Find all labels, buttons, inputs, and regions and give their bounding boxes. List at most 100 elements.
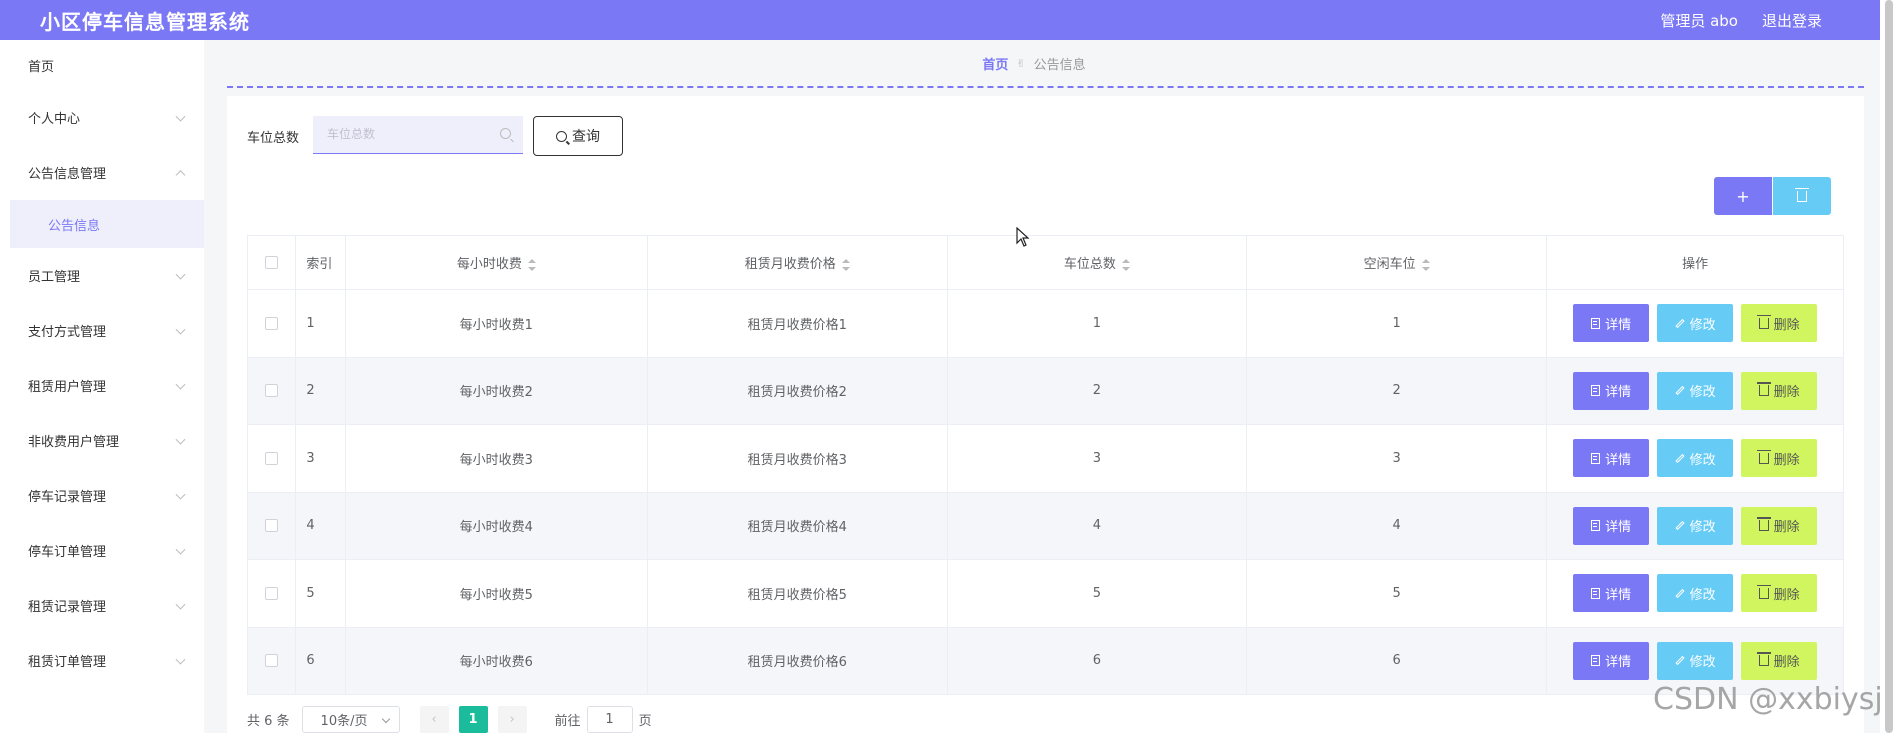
- breadcrumb: 首页 ✌ 公告信息: [204, 40, 1864, 87]
- add-button[interactable]: +: [1714, 177, 1772, 215]
- row-checkbox[interactable]: [265, 316, 279, 330]
- select-all-checkbox[interactable]: [265, 256, 279, 269]
- next-page-button[interactable]: ›: [497, 706, 527, 733]
- sidebar-item-label: 非收费用户管理: [28, 435, 120, 450]
- sort-icon[interactable]: [527, 258, 536, 271]
- sidebar-item-label: 停车订单管理: [28, 545, 107, 560]
- sidebar-item-label: 公告信息管理: [28, 167, 107, 182]
- edit-button[interactable]: 修改: [1657, 304, 1734, 343]
- edit-button[interactable]: 修改: [1657, 641, 1734, 680]
- sidebar-item-label: 支付方式管理: [28, 325, 107, 340]
- cell-monthly-price: 租赁月收费价格2: [647, 357, 948, 425]
- prev-page-button[interactable]: ‹: [419, 706, 449, 733]
- row-select-cell: [246, 559, 297, 628]
- chevron-down-icon: [175, 324, 186, 335]
- page-size-select[interactable]: 10条/页: [301, 706, 400, 733]
- page-size-value: 10条/页: [320, 714, 368, 729]
- batch-delete-button[interactable]: [1773, 177, 1831, 215]
- select-all-cell: [246, 235, 297, 290]
- detail-button[interactable]: 详情: [1573, 439, 1650, 478]
- delete-button[interactable]: 删除: [1741, 439, 1818, 478]
- sidebar-subitem-announcement-info[interactable]: 公告信息: [10, 200, 204, 248]
- admin-label: 管理员 abo: [1660, 11, 1738, 30]
- table-header-row: 索引 每小时收费 租赁月收费价格 车位总数 空闲车位 操作: [246, 235, 1844, 290]
- sidebar-item-personal-center[interactable]: 个人中心: [10, 90, 204, 145]
- page-number-button[interactable]: 1: [458, 706, 488, 733]
- edit-label: 修改: [1689, 655, 1716, 671]
- cell-hourly-fee: 每小时收费4: [345, 492, 648, 560]
- detail-button[interactable]: 详情: [1573, 574, 1650, 613]
- search-input[interactable]: [313, 116, 483, 152]
- cell-total-spaces: 6: [947, 627, 1247, 695]
- sort-icon[interactable]: [1421, 258, 1430, 271]
- goto-page-input[interactable]: 1: [586, 706, 633, 733]
- sidebar-subitem-label: 公告信息: [48, 218, 101, 234]
- detail-button[interactable]: 详情: [1573, 506, 1650, 545]
- sidebar-item-staff-management[interactable]: 员工管理: [10, 248, 204, 303]
- sort-icon[interactable]: [841, 258, 850, 271]
- logout-link[interactable]: 退出登录: [1762, 10, 1822, 31]
- row-select-cell: [246, 627, 297, 695]
- plus-icon: +: [1736, 186, 1750, 206]
- sort-icon[interactable]: [1121, 258, 1130, 271]
- detail-button[interactable]: 详情: [1573, 371, 1650, 410]
- delete-button[interactable]: 删除: [1741, 371, 1818, 410]
- cell-actions: 详情 修改 删除: [1546, 492, 1844, 560]
- cell-total-spaces: 1: [947, 289, 1247, 358]
- row-checkbox[interactable]: [265, 654, 279, 668]
- row-select-cell: [246, 289, 297, 358]
- detail-button[interactable]: 详情: [1573, 641, 1650, 680]
- sidebar-item-payment-method-management[interactable]: 支付方式管理: [10, 303, 204, 358]
- chevron-down-icon: [175, 434, 186, 445]
- detail-label: 详情: [1605, 587, 1632, 603]
- delete-button[interactable]: 删除: [1741, 641, 1818, 680]
- cell-monthly-price: 租赁月收费价格3: [647, 424, 948, 493]
- chevron-down-icon: [175, 654, 186, 665]
- edit-button[interactable]: 修改: [1657, 439, 1734, 478]
- page-scrollbar[interactable]: [1880, 0, 1900, 733]
- column-header-label: 租赁月收费价格: [744, 257, 836, 272]
- chevron-down-icon: [175, 379, 186, 390]
- document-icon: [1591, 452, 1601, 464]
- row-select-cell: [246, 492, 297, 560]
- detail-button[interactable]: 详情: [1573, 304, 1650, 343]
- edit-icon: [1675, 521, 1685, 531]
- table-row: 1 每小时收费1 租赁月收费价格1 1 1 详情 修改 删除: [246, 289, 1844, 358]
- divider: [227, 86, 1864, 88]
- delete-button[interactable]: 删除: [1741, 304, 1818, 343]
- row-checkbox[interactable]: [265, 586, 279, 600]
- breadcrumb-home[interactable]: 首页: [982, 54, 1008, 73]
- scrollbar-thumb[interactable]: [1885, 0, 1893, 733]
- sidebar-item-rental-user-management[interactable]: 租赁用户管理: [10, 358, 204, 413]
- search-box: [313, 116, 523, 154]
- edit-button[interactable]: 修改: [1657, 506, 1734, 545]
- cell-total-spaces: 2: [947, 357, 1247, 425]
- column-header-monthly-price[interactable]: 租赁月收费价格: [647, 235, 948, 290]
- column-header-free-spaces[interactable]: 空闲车位: [1246, 235, 1548, 290]
- row-checkbox[interactable]: [265, 384, 279, 398]
- sidebar-item-nonpaying-user-management[interactable]: 非收费用户管理: [10, 413, 204, 468]
- delete-button[interactable]: 删除: [1741, 506, 1818, 545]
- sidebar-item-rental-record-management[interactable]: 租赁记录管理: [10, 578, 204, 633]
- cell-index: 4: [295, 492, 347, 560]
- edit-button[interactable]: 修改: [1657, 371, 1734, 410]
- sidebar-item-announcement-management[interactable]: 公告信息管理: [10, 145, 204, 200]
- data-table: 索引 每小时收费 租赁月收费价格 车位总数 空闲车位 操作 1 每小时收费1 租…: [246, 235, 1844, 695]
- search-label: 车位总数: [247, 131, 300, 146]
- cell-actions: 详情 修改 删除: [1546, 424, 1844, 493]
- edit-button[interactable]: 修改: [1657, 574, 1734, 613]
- query-button[interactable]: 查询: [533, 116, 623, 156]
- table-row: 2 每小时收费2 租赁月收费价格2 2 2 详情 修改 删除: [246, 357, 1844, 425]
- sidebar-item-home[interactable]: 首页: [10, 40, 204, 90]
- delete-button[interactable]: 删除: [1741, 574, 1818, 613]
- row-select-cell: [246, 357, 297, 425]
- sidebar-item-parking-record-management[interactable]: 停车记录管理: [10, 468, 204, 523]
- column-header-hourly-fee[interactable]: 每小时收费: [345, 235, 648, 290]
- cell-monthly-price: 租赁月收费价格5: [647, 559, 948, 628]
- sidebar-item-parking-order-management[interactable]: 停车订单管理: [10, 523, 204, 578]
- goto-label: 前往: [554, 714, 581, 729]
- sidebar-item-rental-order-management[interactable]: 租赁订单管理: [10, 633, 204, 688]
- row-checkbox[interactable]: [265, 451, 279, 465]
- row-checkbox[interactable]: [265, 519, 279, 533]
- column-header-total-spaces[interactable]: 车位总数: [947, 235, 1247, 290]
